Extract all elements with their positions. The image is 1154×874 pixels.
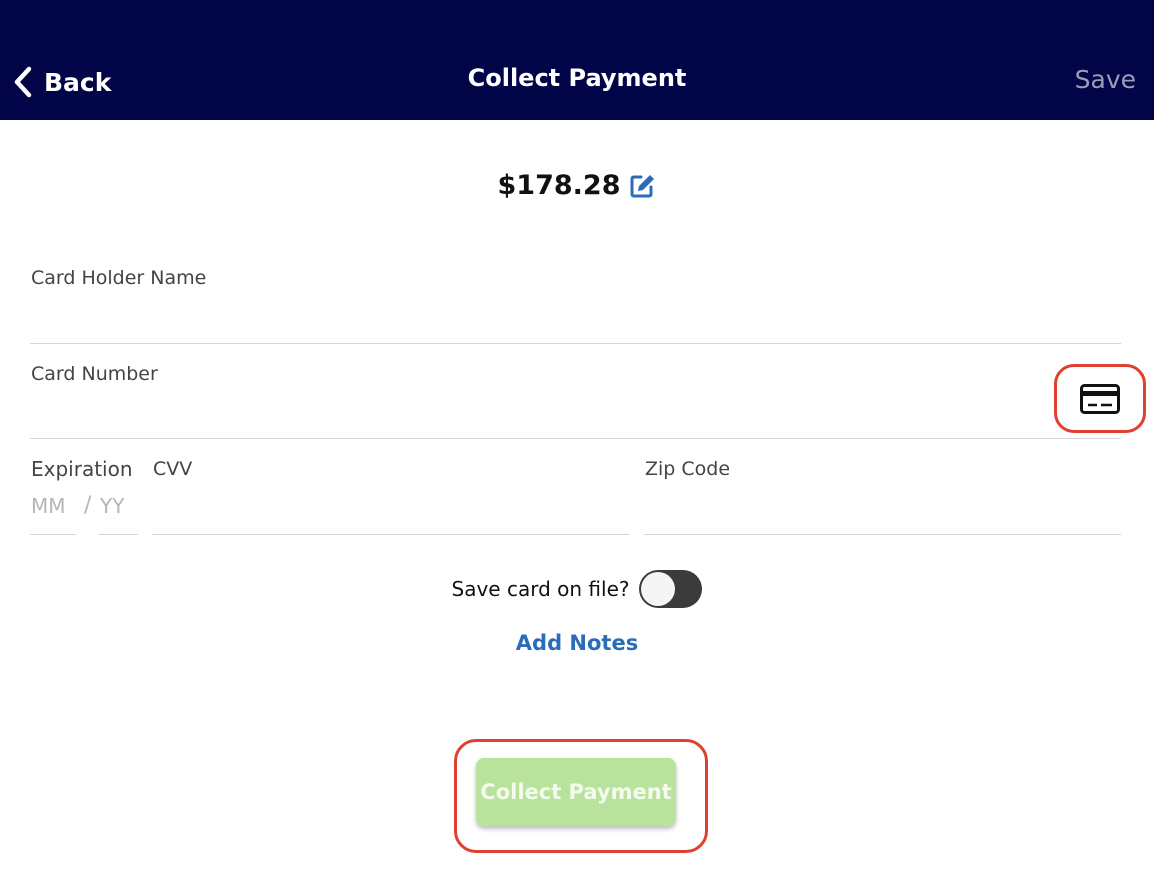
cvv-underline [152,534,629,535]
cvv-input[interactable] [153,492,627,528]
zip-code-label: Zip Code [645,458,731,480]
expiration-month-input[interactable] [31,490,77,522]
card-holder-name-label: Card Holder Name [31,267,207,289]
card-number-underline [30,438,1121,439]
cvv-label: CVV [153,458,193,480]
expiration-month-underline [30,534,76,535]
expiration-label: Expiration [31,457,133,481]
card-number-input[interactable] [31,398,1041,434]
save-card-label: Save card on file? [451,577,630,601]
page-title: Collect Payment [467,64,687,92]
collect-payment-screen: Back Collect Payment Save $178.28 Card H… [0,0,1154,874]
card-holder-name-underline [30,343,1121,344]
date-separator: / [84,493,92,518]
toggle-knob [641,572,676,606]
expiration-year-underline [99,534,138,535]
payment-amount: $178.28 [497,170,621,201]
expiration-year-input[interactable] [100,490,138,522]
zip-code-input[interactable] [645,492,1119,528]
save-button[interactable]: Save [1075,65,1136,94]
edit-icon[interactable] [628,172,656,200]
amount-row: $178.28 [0,170,1154,201]
credit-card-icon [1080,383,1120,414]
card-number-label: Card Number [31,363,158,385]
add-notes-link[interactable]: Add Notes [0,631,1154,655]
card-scan-button[interactable] [1054,364,1146,433]
collect-payment-button[interactable]: Collect Payment [476,758,676,826]
card-holder-name-input[interactable] [31,302,1120,338]
save-card-row: Save card on file? [0,570,1154,608]
save-card-toggle[interactable] [639,570,703,608]
zip-code-underline [644,534,1121,535]
header-bar: Back Collect Payment Save [0,0,1154,120]
